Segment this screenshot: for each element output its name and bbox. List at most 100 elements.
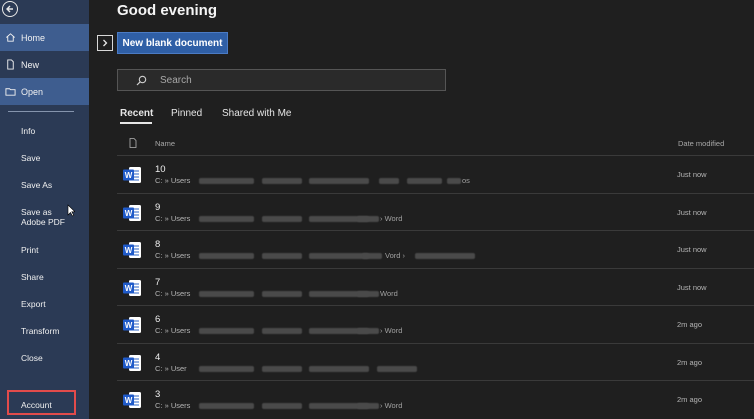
redacted-path-segment	[199, 366, 254, 372]
document-path: C: » User	[155, 364, 187, 373]
redacted-path-segment	[357, 403, 379, 409]
nav-account[interactable]: Account	[21, 400, 52, 410]
redacted-path-segment	[362, 253, 382, 259]
table-row[interactable]: W 6 C: » Users › Word 2m ago	[117, 305, 754, 342]
new-blank-document-button[interactable]: New blank document	[117, 32, 228, 54]
word-document-icon: W	[123, 317, 141, 333]
column-header-date[interactable]: Date modified	[678, 139, 724, 148]
arrow-left-icon	[6, 5, 13, 13]
document-name[interactable]: 10	[155, 164, 166, 175]
nav-close[interactable]: Close	[21, 353, 43, 363]
nav-save[interactable]: Save	[21, 153, 40, 163]
document-path-tail: os	[462, 176, 470, 185]
redacted-path-segment	[262, 328, 302, 334]
svg-text:W: W	[125, 396, 133, 405]
redacted-path-segment	[262, 216, 302, 222]
document-name[interactable]: 6	[155, 314, 160, 325]
word-document-icon: W	[123, 392, 141, 408]
document-name[interactable]: 8	[155, 239, 160, 250]
redacted-path-segment	[262, 366, 302, 372]
nav-new-label: New	[21, 59, 40, 70]
redacted-path-segment	[199, 291, 254, 297]
table-row[interactable]: W 8 C: » Users Vord › Just now	[117, 230, 754, 267]
redacted-path-segment	[309, 366, 369, 372]
nav-print[interactable]: Print	[21, 245, 38, 255]
redacted-path-segment	[357, 328, 379, 334]
nav-share[interactable]: Share	[21, 272, 44, 282]
new-document-icon	[6, 59, 14, 70]
home-icon	[5, 33, 15, 42]
nav-open[interactable]: Open	[0, 78, 89, 105]
document-name[interactable]: 7	[155, 277, 160, 288]
document-name[interactable]: 4	[155, 352, 160, 363]
search-box[interactable]	[117, 69, 446, 91]
sidebar-divider	[8, 111, 74, 112]
redacted-path-segment	[262, 403, 302, 409]
document-path: C: » Users	[155, 289, 191, 298]
date-modified: 2m ago	[677, 395, 703, 404]
table-row[interactable]: W 10 C: » Users os Just now	[117, 155, 754, 192]
nav-info[interactable]: Info	[21, 126, 35, 136]
document-path: C: » Users	[155, 401, 191, 410]
document-path-tail: › Word	[380, 401, 403, 410]
nav-transform[interactable]: Transform	[21, 326, 59, 336]
back-button[interactable]	[2, 1, 18, 17]
redacted-path-segment	[309, 253, 369, 259]
svg-text:W: W	[125, 359, 133, 368]
redacted-path-segment	[199, 178, 254, 184]
date-modified: Just now	[677, 283, 707, 292]
document-path-tail: Word	[380, 289, 398, 298]
tab-pinned[interactable]: Pinned	[171, 108, 202, 119]
redacted-path-segment	[262, 178, 302, 184]
nav-home-label: Home	[21, 32, 46, 43]
document-icon	[129, 138, 137, 148]
nav-export[interactable]: Export	[21, 299, 46, 309]
svg-text:W: W	[125, 246, 133, 255]
nav-open-label: Open	[21, 86, 44, 97]
redacted-path-segment	[262, 253, 302, 259]
date-modified: Just now	[677, 208, 707, 217]
document-path: C: » Users	[155, 176, 191, 185]
date-modified: 2m ago	[677, 320, 703, 329]
redacted-path-segment	[407, 178, 442, 184]
nav-home[interactable]: Home	[0, 24, 89, 51]
redacted-path-segment	[415, 253, 475, 259]
svg-text:W: W	[125, 284, 133, 293]
tab-recent[interactable]: Recent	[120, 108, 153, 119]
document-name[interactable]: 9	[155, 202, 160, 213]
redacted-path-segment	[199, 403, 254, 409]
table-row[interactable]: W 7 C: » Users Word Just now	[117, 268, 754, 305]
redacted-path-segment	[377, 366, 417, 372]
folder-open-icon	[4, 88, 16, 96]
date-modified: 2m ago	[677, 358, 703, 367]
redacted-path-segment	[199, 253, 254, 259]
redacted-path-segment	[199, 216, 254, 222]
column-header-name[interactable]: Name	[155, 139, 175, 148]
document-path: C: » Users	[155, 214, 191, 223]
table-row[interactable]: W 9 C: » Users › Word Just now	[117, 193, 754, 230]
redacted-path-segment	[309, 178, 369, 184]
nav-new[interactable]: New	[0, 51, 89, 78]
mouse-cursor-icon	[67, 204, 75, 217]
page-title: Good evening	[117, 2, 218, 19]
word-document-icon: W	[123, 355, 141, 371]
document-path-tail: › Word	[380, 214, 403, 223]
document-name[interactable]: 3	[155, 389, 160, 400]
redacted-path-segment	[199, 328, 254, 334]
redacted-path-segment	[357, 216, 379, 222]
nav-save-as[interactable]: Save As	[21, 180, 52, 190]
word-document-icon: W	[123, 242, 141, 258]
search-icon	[136, 75, 147, 85]
chevron-right-icon	[103, 39, 108, 47]
document-path: C: » Users	[155, 326, 191, 335]
table-row[interactable]: W 3 C: » Users › Word 2m ago	[117, 380, 754, 417]
search-input[interactable]	[160, 74, 410, 86]
svg-text:W: W	[125, 321, 133, 330]
tab-active-indicator	[120, 122, 152, 124]
document-path-tail: Vord ›	[385, 251, 406, 260]
tab-shared-with-me[interactable]: Shared with Me	[222, 108, 291, 119]
table-row[interactable]: W 4 C: » User 2m ago	[117, 343, 754, 380]
word-document-icon: W	[123, 205, 141, 221]
expand-templates-button[interactable]	[97, 35, 113, 51]
svg-text:W: W	[125, 171, 133, 180]
